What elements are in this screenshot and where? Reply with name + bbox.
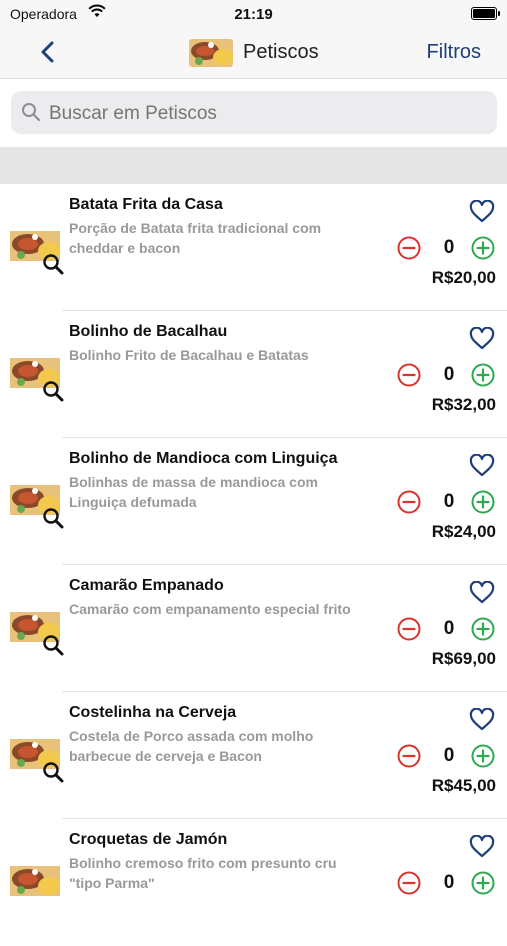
decrease-button[interactable] [397,744,421,773]
page-title: Petiscos [243,41,319,63]
list-item[interactable]: Batata Frita da Casa Porção de Batata fr… [0,184,507,311]
product-price: R$20,00 [431,268,496,287]
search-icon [21,102,41,127]
list-item[interactable]: Costelinha na Cerveja Costela de Porco a… [0,692,507,819]
product-price: R$32,00 [431,395,496,414]
product-price: R$24,00 [431,522,496,541]
list-item[interactable]: Croquetas de Jamón Bolinho cremoso frito… [0,819,507,946]
heart-icon[interactable] [469,707,495,737]
product-thumbnail[interactable] [10,485,64,529]
decrease-button[interactable] [397,236,421,265]
product-name: Costelinha na Cerveja [69,704,237,721]
navigation-bar: Petiscos Filtros [0,30,507,79]
product-thumbnail[interactable] [10,739,64,783]
category-thumbnail [189,39,233,67]
quantity-value: 0 [443,237,455,258]
zoom-icon[interactable] [42,634,64,661]
quantity-value: 0 [443,745,455,766]
heart-icon[interactable] [469,580,495,610]
quantity-value: 0 [443,364,455,385]
increase-button[interactable] [471,871,495,900]
clock: 21:19 [234,6,273,23]
list-item[interactable]: Bolinho de Bacalhau Bolinho Frito de Bac… [0,311,507,438]
zoom-icon[interactable] [42,507,64,534]
product-description: Costela de Porco assada com molho barbec… [69,728,314,764]
product-price: R$45,00 [431,776,496,795]
product-description: Bolinho cremoso frito com presunto cru "… [69,855,337,891]
product-thumbnail[interactable] [10,612,64,656]
product-description: Bolinho Frito de Bacalhau e Batatas [69,347,309,363]
product-name: Batata Frita da Casa [69,196,223,213]
status-bar: Operadora 21:19 [0,0,507,30]
quantity-value: 0 [443,491,455,512]
battery-icon [471,7,500,20]
zoom-icon[interactable] [42,380,64,407]
search-field[interactable] [11,91,497,136]
product-description: Porção de Batata frita tradicional com c… [69,220,322,256]
product-thumbnail[interactable] [10,358,64,402]
increase-button[interactable] [471,744,495,773]
back-button[interactable] [36,38,60,68]
product-description: Camarão com empanamento especial frito [69,601,351,617]
heart-icon[interactable] [469,326,495,356]
product-list[interactable]: Batata Frita da Casa Porção de Batata fr… [0,184,507,946]
quantity-value: 0 [443,872,455,893]
decrease-button[interactable] [397,363,421,392]
search-input[interactable] [47,91,491,136]
increase-button[interactable] [471,617,495,646]
list-item[interactable]: Bolinho de Mandioca com Linguiça Bolinha… [0,438,507,565]
product-name: Croquetas de Jamón [69,831,228,848]
decrease-button[interactable] [397,617,421,646]
search-bar [0,79,507,147]
zoom-icon[interactable] [42,761,64,788]
increase-button[interactable] [471,363,495,392]
product-price: R$69,00 [431,649,496,668]
heart-icon[interactable] [469,199,495,229]
product-name: Camarão Empanado [69,577,224,594]
increase-button[interactable] [471,236,495,265]
product-name: Bolinho de Bacalhau [69,323,228,340]
product-thumbnail[interactable] [10,866,60,900]
quantity-value: 0 [443,618,455,639]
increase-button[interactable] [471,490,495,519]
filters-button[interactable]: Filtros [427,41,481,64]
product-thumbnail[interactable] [10,231,64,275]
heart-icon[interactable] [469,834,495,864]
heart-icon[interactable] [469,453,495,483]
product-description: Bolinhas de massa de mandioca com Lingui… [69,474,318,510]
chevron-left-icon [41,41,54,63]
decrease-button[interactable] [397,490,421,519]
list-item[interactable]: Camarão Empanado Camarão com empanamento… [0,565,507,692]
section-header [0,147,507,184]
zoom-icon[interactable] [42,253,64,280]
decrease-button[interactable] [397,871,421,900]
product-name: Bolinho de Mandioca com Linguiça [69,450,338,467]
